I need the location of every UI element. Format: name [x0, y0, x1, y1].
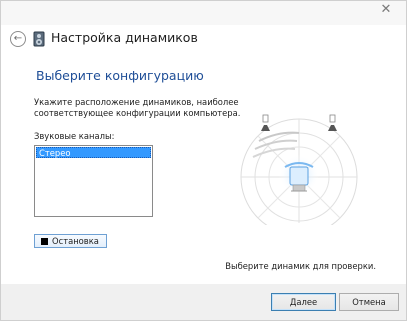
- listener-position: [279, 155, 319, 195]
- page-heading: Выберите конфигурацию: [36, 68, 204, 83]
- stop-button[interactable]: Остановка: [34, 234, 107, 248]
- channel-option-stereo[interactable]: Стерео: [36, 147, 151, 158]
- next-button[interactable]: Далее: [271, 293, 336, 311]
- stop-button-label: Остановка: [52, 236, 99, 246]
- speaker-setup-window: ✕ ← Настройка динамиков Выберите конфигу…: [0, 0, 407, 321]
- instructions-text: Укажите расположение динамиков, наиболее…: [34, 97, 241, 118]
- title-bar: ✕: [1, 1, 406, 25]
- back-button[interactable]: ←: [10, 31, 26, 47]
- navigation-row: ← Настройка динамиков: [1, 25, 406, 53]
- front-left-speaker[interactable]: [261, 114, 270, 131]
- front-right-speaker[interactable]: [328, 114, 337, 131]
- window-title: Настройка динамиков: [51, 30, 198, 45]
- back-arrow-icon: ←: [13, 33, 23, 44]
- close-icon: ✕: [380, 2, 392, 17]
- content-panel: Выберите конфигурацию Укажите расположен…: [20, 58, 388, 277]
- speaker-icon: [33, 31, 45, 47]
- stop-icon: [41, 237, 48, 245]
- audio-channels-label: Звуковые каналы:: [34, 131, 115, 141]
- test-hint-text: Выберите динамик для проверки.: [225, 261, 376, 271]
- close-button[interactable]: ✕: [374, 1, 398, 19]
- cancel-button[interactable]: Отмена: [339, 293, 399, 311]
- speaker-layout-diagram: [240, 114, 358, 225]
- audio-channels-list[interactable]: Стерео: [34, 145, 153, 217]
- button-bar: Далее Отмена: [1, 284, 406, 320]
